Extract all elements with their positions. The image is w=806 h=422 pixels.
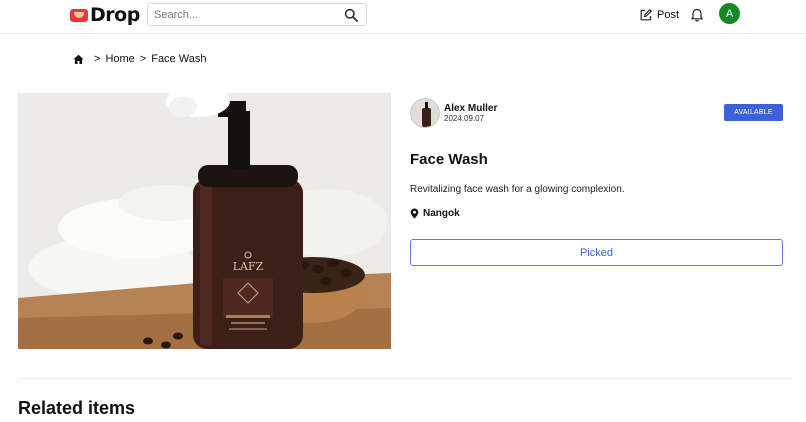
pencil-square-icon — [640, 8, 653, 21]
seller-name: Alex Muller — [444, 102, 498, 114]
breadcrumb-current: Face Wash — [151, 53, 207, 65]
post-date: 2024.09.07 — [444, 113, 485, 123]
status-badge: AVAILABLE — [724, 104, 783, 121]
seller-avatar-image — [411, 99, 439, 127]
search-bar — [147, 3, 367, 26]
post-button[interactable]: Post — [639, 5, 679, 25]
breadcrumb-separator: > — [94, 53, 101, 65]
product-description: Revitalizing face wash for a glowing com… — [410, 184, 625, 195]
post-label: Post — [657, 9, 680, 21]
top-navbar: Drop Post A — [0, 0, 806, 34]
breadcrumb: > Home > Face Wash — [73, 52, 206, 66]
search-icon[interactable] — [344, 8, 358, 22]
location: Nangok — [410, 208, 460, 219]
bell-icon[interactable] — [690, 7, 704, 22]
bottle-brand-text: LAFZ — [233, 260, 264, 273]
home-icon[interactable] — [73, 54, 84, 65]
product-photo: LAFZ — [18, 93, 391, 349]
logo-text: Drop — [90, 4, 140, 26]
search-input[interactable] — [154, 6, 334, 23]
map-pin-icon — [410, 208, 419, 219]
user-avatar-button[interactable]: A — [719, 3, 740, 24]
related-items-heading: Related items — [18, 398, 136, 418]
logo-mark-icon — [70, 9, 88, 22]
logo[interactable]: Drop — [70, 4, 140, 26]
location-name: Nangok — [423, 208, 460, 219]
picked-button[interactable]: Picked — [410, 239, 783, 266]
product-image: LAFZ — [18, 93, 391, 349]
seller-info[interactable]: Alex Muller 2024.09.07 — [410, 98, 497, 128]
seller-avatar — [410, 98, 440, 128]
section-divider — [18, 378, 792, 379]
breadcrumb-separator: > — [139, 53, 147, 65]
breadcrumb-home-link[interactable]: Home — [105, 53, 134, 65]
product-title: Face Wash — [410, 151, 488, 168]
